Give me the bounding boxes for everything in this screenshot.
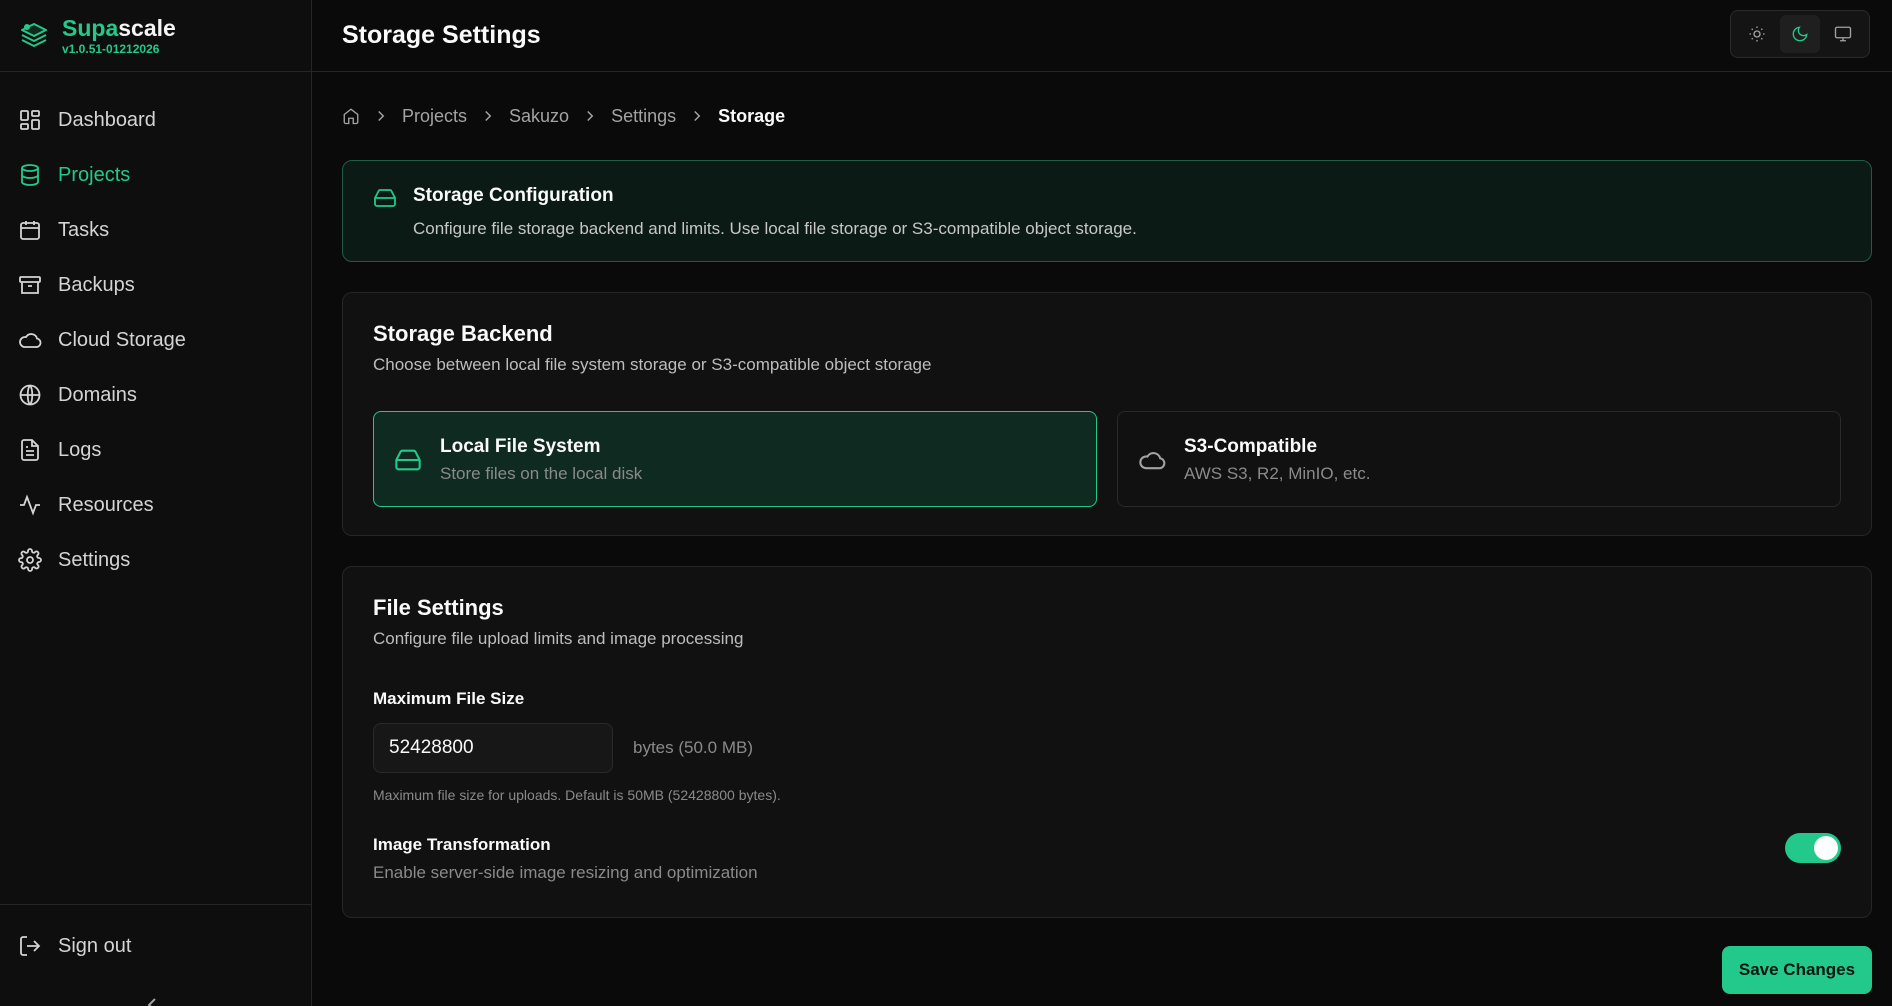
- database-icon: [21, 164, 39, 186]
- brand-name-accent: Supa: [62, 14, 119, 41]
- moon-icon: [1792, 26, 1808, 42]
- sidebar: Supascale v1.0.51-01212026 Dashboard Pro…: [0, 0, 312, 1006]
- file-settings-card: File Settings Configure file upload limi…: [342, 566, 1872, 918]
- theme-dark-button[interactable]: [1779, 15, 1820, 53]
- calendar-icon: [20, 221, 40, 240]
- sidebar-item-resources[interactable]: Resources: [8, 480, 303, 530]
- banner-title: Storage Configuration: [413, 185, 614, 206]
- sidebar-item-label: Settings: [58, 548, 131, 571]
- brand[interactable]: Supascale v1.0.51-01212026: [0, 0, 311, 72]
- hard-drive-icon: [374, 189, 396, 207]
- option-subtitle: AWS S3, R2, MinIO, etc.: [1184, 464, 1371, 483]
- chevron-right-icon: [688, 107, 706, 125]
- sidebar-item-logs[interactable]: Logs: [8, 425, 303, 475]
- dashboard-grid-icon: [20, 110, 40, 130]
- page-title: Storage Settings: [342, 21, 541, 49]
- version-label: v1.0.51-01212026: [62, 41, 160, 56]
- hard-drive-icon: [395, 449, 421, 471]
- theme-switcher: [1730, 10, 1870, 58]
- banner-description: Configure file storage backend and limit…: [413, 219, 1137, 238]
- logo-icon: [21, 22, 47, 47]
- sidebar-item-label: Dashboard: [58, 108, 156, 131]
- sidebar-item-projects[interactable]: Projects: [8, 150, 303, 200]
- archive-icon: [19, 276, 41, 294]
- max-file-size-hint: Maximum file size for uploads. Default i…: [373, 787, 781, 803]
- sidebar-footer: Sign out: [0, 904, 311, 1006]
- sidebar-item-label: Backups: [58, 273, 135, 296]
- max-file-size-row: bytes (50.0 MB): [373, 723, 1841, 773]
- breadcrumb-projects[interactable]: Projects: [402, 106, 467, 127]
- chevron-right-icon: [581, 107, 599, 125]
- backend-option-local[interactable]: Local File System Store files on the loc…: [373, 411, 1097, 507]
- option-title: S3-Compatible: [1184, 436, 1318, 457]
- top-bar: Storage Settings: [312, 0, 1892, 72]
- max-file-size-label: Maximum File Size: [373, 689, 525, 708]
- chevron-right-icon: [479, 107, 497, 125]
- sidebar-item-cloud-storage[interactable]: Cloud Storage: [8, 315, 303, 365]
- sidebar-item-label: Domains: [58, 383, 137, 406]
- file-settings-title: File Settings: [373, 595, 504, 620]
- image-transformation-description: Enable server-side image resizing and op…: [373, 863, 758, 882]
- sidebar-item-label: Cloud Storage: [58, 328, 186, 351]
- max-file-size-input[interactable]: [373, 723, 613, 773]
- option-subtitle: Store files on the local disk: [440, 464, 643, 483]
- sidebar-item-label: Tasks: [58, 218, 110, 241]
- cloud-icon: [19, 333, 42, 348]
- home-icon[interactable]: [342, 107, 360, 125]
- monitor-icon: [1835, 26, 1852, 42]
- sidebar-item-dashboard[interactable]: Dashboard: [8, 95, 303, 145]
- sidebar-item-label: Projects: [58, 163, 131, 186]
- sidebar-item-backups[interactable]: Backups: [8, 260, 303, 310]
- main-content: Projects Sakuzo Settings Storage Storage…: [342, 72, 1872, 918]
- log-out-icon: [20, 936, 41, 956]
- file-text-icon: [21, 439, 39, 461]
- save-changes-button[interactable]: Save Changes: [1722, 946, 1872, 994]
- file-settings-description: Configure file upload limits and image p…: [373, 629, 744, 648]
- sidebar-item-label: Resources: [58, 493, 154, 516]
- chevron-right-icon: [372, 107, 390, 125]
- sidebar-item-tasks[interactable]: Tasks: [8, 205, 303, 255]
- breadcrumb: Projects Sakuzo Settings Storage: [342, 72, 1872, 160]
- gear-icon: [18, 548, 42, 572]
- option-title: Local File System: [440, 436, 601, 457]
- storage-backend-title: Storage Backend: [373, 321, 553, 346]
- image-transformation-row: Image Transformation Enable server-side …: [373, 833, 1841, 883]
- toggle-knob: [1814, 836, 1838, 860]
- globe-icon: [19, 384, 41, 406]
- storage-backend-description: Choose between local file system storage…: [373, 355, 932, 374]
- breadcrumb-current: Storage: [718, 105, 786, 126]
- chevron-left-icon[interactable]: [140, 993, 164, 1006]
- sign-out-label: Sign out: [58, 934, 132, 957]
- sidebar-item-label: Logs: [58, 438, 102, 461]
- image-transformation-toggle[interactable]: [1785, 833, 1841, 863]
- activity-icon: [20, 494, 40, 516]
- storage-config-banner: Storage Configuration Configure file sto…: [342, 160, 1872, 262]
- theme-system-button[interactable]: [1823, 15, 1863, 53]
- image-transformation-label: Image Transformation: [373, 835, 551, 854]
- brand-name: Supascale: [62, 16, 176, 40]
- theme-light-button[interactable]: [1737, 15, 1777, 53]
- sidebar-nav: Dashboard Projects Tasks Backups Cloud S…: [0, 72, 311, 585]
- backend-options: Local File System Store files on the loc…: [373, 411, 1841, 507]
- sidebar-item-settings[interactable]: Settings: [8, 535, 303, 585]
- sidebar-item-domains[interactable]: Domains: [8, 370, 303, 420]
- breadcrumb-project[interactable]: Sakuzo: [509, 106, 569, 127]
- cloud-icon: [1139, 452, 1166, 470]
- breadcrumb-settings[interactable]: Settings: [611, 106, 676, 127]
- storage-backend-card: Storage Backend Choose between local fil…: [342, 292, 1872, 536]
- brand-name-rest: scale: [118, 14, 176, 41]
- max-file-size-unit: bytes (50.0 MB): [633, 738, 753, 757]
- sign-out-button[interactable]: Sign out: [8, 921, 303, 971]
- sun-icon: [1749, 26, 1765, 42]
- backend-option-s3[interactable]: S3-Compatible AWS S3, R2, MinIO, etc.: [1117, 411, 1841, 507]
